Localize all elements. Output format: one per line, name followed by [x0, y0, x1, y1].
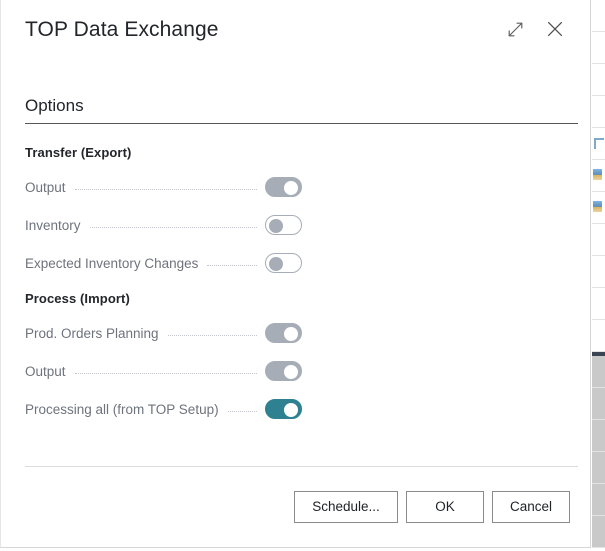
background-glyph-icon: [594, 138, 604, 149]
toggle-knob: [284, 365, 298, 379]
toggle-knob: [284, 181, 298, 195]
dialog-titlebar: TOP Data Exchange: [1, 0, 590, 62]
field-label: Output: [25, 180, 66, 195]
toggle-prod-orders-planning[interactable]: [265, 323, 302, 343]
background-row: [592, 32, 605, 64]
options-section-heading: Options: [25, 96, 84, 116]
background-row: [592, 320, 605, 352]
schedule-button[interactable]: Schedule...: [294, 491, 398, 523]
field-row[interactable]: Inventory: [25, 214, 302, 236]
background-row: [592, 288, 605, 320]
background-app-strip: [592, 0, 605, 551]
toggle-inventory-export[interactable]: [265, 215, 302, 235]
expand-diagonal-icon[interactable]: [502, 16, 528, 42]
toggle-expected-inventory-changes[interactable]: [265, 253, 302, 273]
field-row[interactable]: Processing all (from TOP Setup): [25, 398, 302, 420]
titlebar-actions: [502, 16, 568, 42]
leader-dots: [168, 334, 257, 336]
field-label: Expected Inventory Changes: [25, 256, 198, 271]
background-row: [592, 484, 605, 516]
background-row: [592, 516, 605, 548]
field-label: Output: [25, 364, 66, 379]
leader-dots: [228, 410, 257, 412]
background-row: [592, 192, 605, 224]
toggle-output-export[interactable]: [265, 177, 302, 197]
field-row[interactable]: Output: [25, 176, 302, 198]
background-row: [592, 160, 605, 192]
group-transfer-export: Transfer (Export) Output Inventory Expec…: [25, 145, 302, 274]
background-thumbnail-icon: [593, 169, 602, 180]
options-section-divider: [25, 123, 578, 124]
top-data-exchange-dialog: TOP Data Exchange Options: [0, 0, 591, 548]
field-row[interactable]: Expected Inventory Changes: [25, 252, 302, 274]
cancel-button[interactable]: Cancel: [492, 491, 570, 523]
field-row[interactable]: Output: [25, 360, 302, 382]
background-row: [592, 224, 605, 256]
field-row[interactable]: Prod. Orders Planning: [25, 322, 302, 344]
toggle-processing-all-from-top-setup[interactable]: [265, 399, 302, 419]
ok-button[interactable]: OK: [406, 491, 484, 523]
page-title: TOP Data Exchange: [25, 18, 219, 42]
background-row: [592, 0, 605, 32]
background-row: [592, 356, 605, 388]
toggle-knob: [284, 403, 298, 417]
background-row: [592, 256, 605, 288]
background-row: [592, 452, 605, 484]
toggle-knob: [269, 219, 283, 233]
background-row: [592, 420, 605, 452]
field-label: Inventory: [25, 218, 81, 233]
toggle-knob: [284, 327, 298, 341]
close-icon[interactable]: [542, 16, 568, 42]
leader-dots: [75, 372, 257, 374]
dialog-bottom-edge: [1, 547, 591, 548]
field-label: Processing all (from TOP Setup): [25, 402, 219, 417]
background-row: [592, 96, 605, 128]
leader-dots: [90, 226, 257, 228]
background-row: [592, 64, 605, 96]
toggle-output-import[interactable]: [265, 361, 302, 381]
group-title: Process (Import): [25, 291, 302, 306]
background-thumbnail-icon: [593, 201, 602, 212]
screen-root: TOP Data Exchange Options: [0, 0, 605, 551]
leader-dots: [207, 264, 257, 266]
footer-divider: [25, 466, 578, 467]
group-title: Transfer (Export): [25, 145, 302, 160]
field-label: Prod. Orders Planning: [25, 326, 159, 341]
leader-dots: [75, 188, 257, 190]
background-row: [592, 388, 605, 420]
dialog-footer: Schedule... OK Cancel: [294, 491, 570, 523]
background-row: [592, 128, 605, 160]
group-process-import: Process (Import) Prod. Orders Planning O…: [25, 291, 302, 420]
toggle-knob: [269, 257, 283, 271]
